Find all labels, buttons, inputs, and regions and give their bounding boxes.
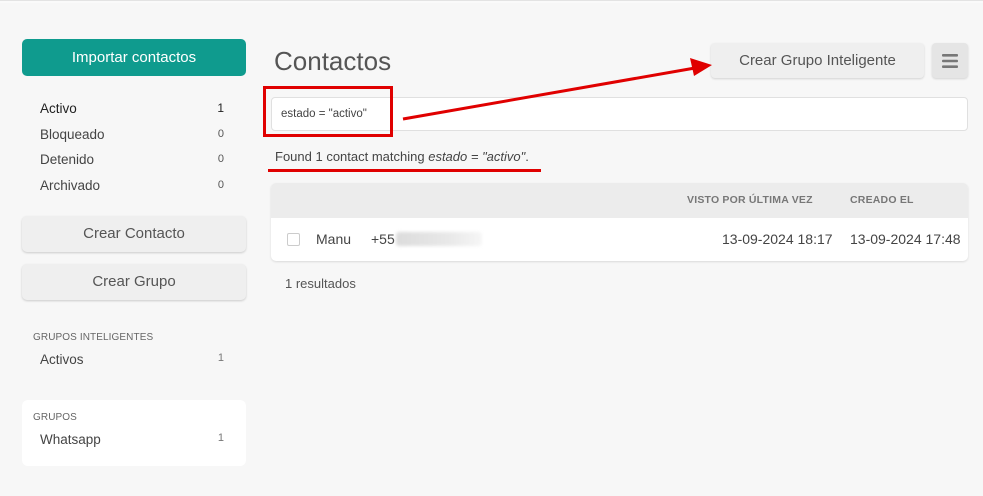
results-count: 1 resultados bbox=[285, 276, 356, 291]
contact-phone-value: +55 bbox=[371, 231, 395, 247]
status-label: Archivado bbox=[40, 177, 101, 193]
menu-button[interactable] bbox=[932, 43, 968, 78]
status-list: Activo 1 Bloqueado 0 Detenido 0 Archivad… bbox=[22, 96, 246, 198]
contacts-table: VISTO POR ÚLTIMA VEZ CREADO EL Manu +55 … bbox=[271, 183, 968, 261]
status-item-activo[interactable]: Activo 1 bbox=[22, 96, 246, 122]
top-border bbox=[0, 0, 983, 3]
group-count: 1 bbox=[217, 432, 224, 444]
group-label: Whatsapp bbox=[40, 432, 101, 447]
found-suffix: . bbox=[525, 149, 529, 164]
import-contacts-button[interactable]: Importar contactos bbox=[22, 39, 246, 76]
group-item-whatsapp[interactable]: Whatsapp 1 bbox=[22, 432, 246, 447]
status-count: 0 bbox=[217, 153, 224, 165]
smart-group-item-activos[interactable]: Activos 1 bbox=[22, 352, 246, 367]
smart-groups-section: GRUPOS INTELIGENTES Activos 1 bbox=[22, 322, 246, 382]
found-query: estado = "activo" bbox=[428, 149, 526, 164]
table-row[interactable]: Manu +55 13-09-2024 18:17 13-09-2024 17:… bbox=[271, 218, 968, 261]
found-prefix: Found 1 contact matching bbox=[275, 149, 425, 164]
hamburger-icon bbox=[942, 53, 958, 68]
status-count: 0 bbox=[217, 127, 224, 140]
smart-group-count: 1 bbox=[217, 352, 224, 364]
groups-title: GRUPOS bbox=[33, 412, 77, 423]
create-contact-button[interactable]: Crear Contacto bbox=[22, 216, 246, 252]
sidebar: Importar contactos Activo 1 Bloqueado 0 … bbox=[22, 39, 246, 466]
search-input[interactable] bbox=[271, 97, 968, 131]
create-smart-group-button[interactable]: Crear Grupo Inteligente bbox=[711, 43, 924, 78]
status-item-archivado[interactable]: Archivado 0 bbox=[22, 173, 246, 199]
contact-phone: +55 bbox=[371, 218, 482, 261]
column-header-created[interactable]: CREADO EL bbox=[850, 183, 914, 218]
row-checkbox[interactable] bbox=[287, 233, 300, 246]
annotation-underline bbox=[268, 169, 541, 172]
contact-created: 13-09-2024 17:48 bbox=[850, 231, 961, 247]
column-header-last-seen[interactable]: VISTO POR ÚLTIMA VEZ bbox=[687, 183, 813, 218]
status-item-bloqueado[interactable]: Bloqueado 0 bbox=[22, 122, 246, 148]
status-label: Activo bbox=[40, 101, 77, 116]
status-count: 0 bbox=[217, 178, 224, 191]
smart-groups-title: GRUPOS INTELIGENTES bbox=[33, 332, 154, 343]
status-count: 1 bbox=[217, 101, 224, 115]
page-title: Contactos bbox=[274, 46, 392, 76]
smart-group-label: Activos bbox=[40, 352, 84, 367]
table-header: VISTO POR ÚLTIMA VEZ CREADO EL bbox=[271, 183, 968, 218]
status-label: Detenido bbox=[40, 152, 95, 167]
groups-section: GRUPOS Whatsapp 1 bbox=[22, 400, 246, 466]
status-label: Bloqueado bbox=[40, 126, 105, 142]
status-item-detenido[interactable]: Detenido 0 bbox=[22, 147, 246, 173]
contact-name: Manu bbox=[316, 231, 352, 247]
search-result-summary: Found 1 contact matching estado = "activ… bbox=[275, 149, 529, 164]
create-group-button[interactable]: Crear Grupo bbox=[22, 264, 246, 300]
redacted-phone-blur bbox=[395, 231, 482, 246]
contact-last-seen: 13-09-2024 18:17 bbox=[722, 231, 833, 247]
